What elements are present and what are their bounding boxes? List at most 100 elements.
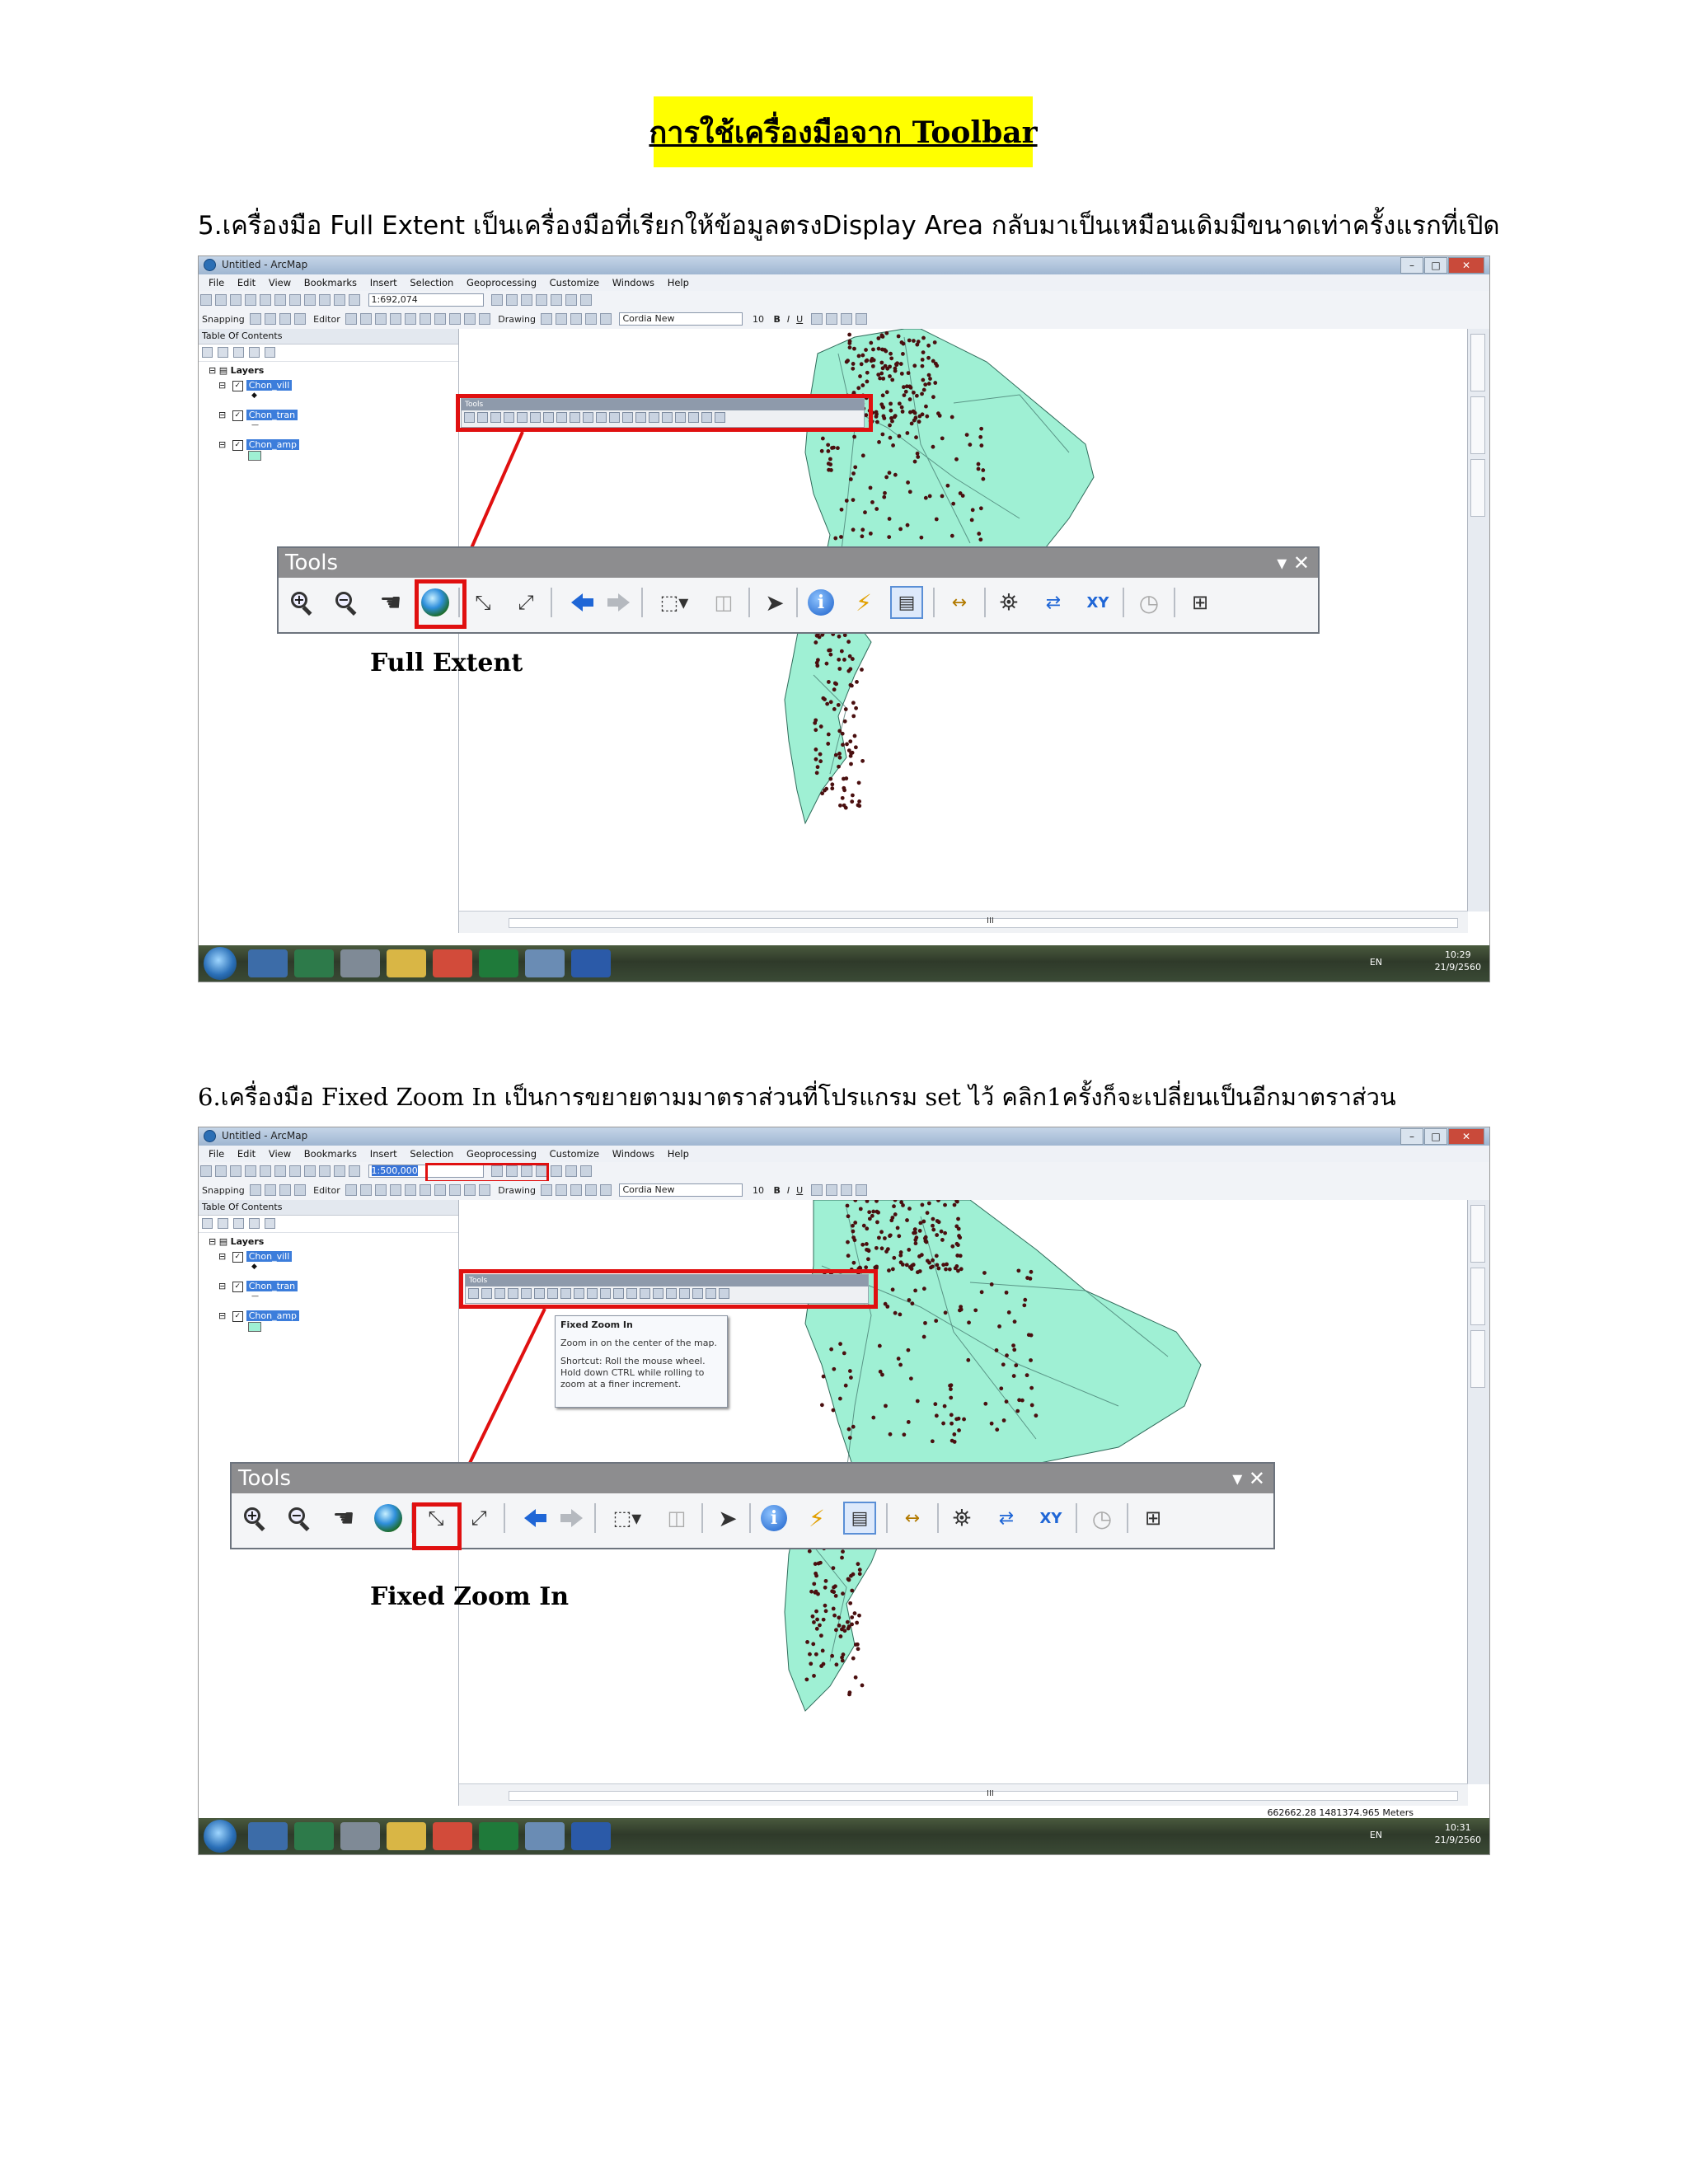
taskbar-app-icon[interactable]	[248, 1822, 288, 1850]
word-icon[interactable]	[571, 1822, 611, 1850]
toolbar-dropdown-close-icon[interactable]: ▾ ✕	[1277, 548, 1310, 578]
windows-taskbar: EN 10:29 21/9/2560	[199, 945, 1489, 982]
tools-enlarged-titlebar: Tools ▾ ✕	[279, 548, 1318, 578]
toolbar-separator	[796, 588, 798, 617]
toolbar-separator	[1076, 1503, 1077, 1533]
tools-enlarged-titlebar: Tools ▾ ✕	[232, 1464, 1273, 1493]
word-icon[interactable]	[571, 949, 611, 977]
tray-date: 21/9/2560	[1434, 962, 1481, 972]
taskbar-app-icon[interactable]	[248, 949, 288, 977]
windows-taskbar: EN 10:31 21/9/2560	[199, 1818, 1489, 1854]
measure-ruler-icon[interactable]: ↔	[943, 586, 976, 619]
tray-language[interactable]: EN	[1370, 1830, 1382, 1840]
identify-info-icon[interactable]: i	[757, 1502, 790, 1535]
go-forward-arrow-icon[interactable]	[602, 586, 635, 619]
select-elements-pointer-icon[interactable]: ➤	[711, 1502, 744, 1535]
taskbar-app-icon[interactable]	[294, 949, 334, 977]
find-binoculars-icon[interactable]: ⛯	[945, 1502, 978, 1535]
excel-icon[interactable]	[479, 1822, 518, 1850]
tray-date: 21/9/2560	[1434, 1835, 1481, 1845]
taskbar-app-icon[interactable]	[294, 1822, 334, 1850]
toolbar-separator	[1123, 588, 1124, 617]
toolbar-separator	[937, 1503, 939, 1533]
folder-icon[interactable]	[387, 949, 426, 977]
find-route-icon[interactable]: ⇄	[990, 1502, 1023, 1535]
tray-language[interactable]: EN	[1370, 957, 1382, 968]
zoom-in-icon[interactable]: +	[238, 1502, 271, 1535]
excel-icon[interactable]	[479, 949, 518, 977]
taskbar-app-icon[interactable]	[340, 949, 380, 977]
callout-box-fixed-zoom-in	[412, 1502, 462, 1550]
toolbar-separator	[748, 588, 750, 617]
tools-enlarged-title: Tools	[285, 551, 339, 575]
clear-selection-icon[interactable]: ◫	[707, 586, 740, 619]
select-elements-pointer-icon[interactable]: ➤	[758, 586, 791, 619]
arcmap-taskbar-icon[interactable]	[525, 949, 565, 977]
toolbar-separator	[1174, 588, 1175, 617]
toolbar-separator	[594, 1503, 596, 1533]
chrome-icon[interactable]	[433, 949, 472, 977]
toolbar-separator	[701, 1503, 703, 1533]
toolbar-separator	[551, 588, 552, 617]
html-popup-icon[interactable]: ▤	[843, 1502, 876, 1535]
full-extent-globe-icon[interactable]	[372, 1502, 405, 1535]
time-slider-icon[interactable]: ◷	[1085, 1502, 1118, 1535]
step6-text: 6.เครื่องมือ Fixed Zoom In เป็นการขยายตา…	[198, 1083, 1396, 1111]
viewer-window-icon[interactable]: ⊞	[1184, 586, 1217, 619]
arcmap-screenshot-fixed-zoom-in: Untitled - ArcMap – □ ✕ File Edit View B…	[198, 1127, 1490, 1855]
page-title-highlight: การใช้เครื่องมือจาก Toolbar	[649, 96, 1038, 167]
toolbar-separator	[641, 588, 643, 617]
zoom-out-icon[interactable]: −	[283, 1502, 316, 1535]
toolbar-separator	[504, 1503, 505, 1533]
find-route-icon[interactable]: ⇄	[1037, 586, 1070, 619]
toolbar-separator	[749, 1503, 751, 1533]
zoom-out-icon[interactable]: −	[330, 586, 363, 619]
toolbar-separator	[1127, 1503, 1128, 1533]
step5-text: 5.เครื่องมือ Full Extent เป็นเครื่องมือท…	[198, 211, 1500, 241]
fixed-zoom-out-icon[interactable]: ⤢	[509, 586, 542, 619]
arcmap-screenshot-full-extent: Untitled - ArcMap – □ ✕ File Edit View B…	[198, 255, 1490, 982]
arcmap-taskbar-icon[interactable]	[525, 1822, 565, 1850]
go-to-xy-icon[interactable]: XY	[1034, 1502, 1067, 1535]
tray-clock[interactable]: 10:31 21/9/2560	[1435, 1821, 1481, 1846]
fixed-zoom-in-caption: Fixed Zoom In	[370, 1582, 570, 1611]
tools-enlarged-icons: + − ☚ ⤡ ⤢ ⬚▾ ◫ ➤ i ⚡ ▤ ↔ ⛯ ⇄ XY ◷ ⊞	[232, 1493, 1273, 1543]
taskbar-app-icon[interactable]	[340, 1822, 380, 1850]
tray-clock[interactable]: 10:29 21/9/2560	[1435, 949, 1481, 973]
hyperlink-lightning-icon[interactable]: ⚡	[800, 1502, 833, 1535]
zoom-in-icon[interactable]: +	[285, 586, 318, 619]
tray-time: 10:29	[1444, 949, 1471, 960]
hyperlink-lightning-icon[interactable]: ⚡	[847, 586, 880, 619]
fixed-zoom-in-icon[interactable]: ⤡	[467, 586, 499, 619]
folder-icon[interactable]	[387, 1822, 426, 1850]
tray-time: 10:31	[1444, 1822, 1471, 1833]
find-binoculars-icon[interactable]: ⛯	[992, 586, 1025, 619]
callout-box-full-extent	[415, 579, 467, 629]
pan-hand-icon[interactable]: ☚	[327, 1502, 360, 1535]
identify-info-icon[interactable]: i	[804, 586, 837, 619]
start-button-icon[interactable]	[204, 947, 237, 980]
go-to-xy-icon[interactable]: XY	[1081, 586, 1114, 619]
pan-hand-icon[interactable]: ☚	[374, 586, 407, 619]
html-popup-icon[interactable]: ▤	[890, 586, 923, 619]
measure-ruler-icon[interactable]: ↔	[896, 1502, 929, 1535]
select-features-icon[interactable]: ⬚▾	[649, 586, 699, 619]
clear-selection-icon[interactable]: ◫	[660, 1502, 693, 1535]
toolbar-separator	[984, 588, 986, 617]
tools-toolbar-enlarged: Tools ▾ ✕ + − ☚ ⤡ ⤢ ⬚▾ ◫ ➤ i ⚡ ▤ ↔ ⛯ ⇄ X…	[230, 1462, 1275, 1549]
go-forward-arrow-icon[interactable]	[555, 1502, 588, 1535]
chrome-icon[interactable]	[433, 1822, 472, 1850]
toolbar-separator	[886, 1503, 888, 1533]
go-back-arrow-icon[interactable]	[560, 586, 593, 619]
time-slider-icon[interactable]: ◷	[1132, 586, 1165, 619]
page-title: การใช้เครื่องมือจาก Toolbar	[649, 115, 1038, 150]
fixed-zoom-out-icon[interactable]: ⤢	[462, 1502, 495, 1535]
toolbar-dropdown-close-icon[interactable]: ▾ ✕	[1232, 1464, 1265, 1493]
select-features-icon[interactable]: ⬚▾	[603, 1502, 652, 1535]
start-button-icon[interactable]	[204, 1820, 237, 1853]
toolbar-separator	[933, 588, 935, 617]
tools-enlarged-title: Tools	[238, 1466, 292, 1491]
viewer-window-icon[interactable]: ⊞	[1137, 1502, 1170, 1535]
go-back-arrow-icon[interactable]	[513, 1502, 546, 1535]
full-extent-caption: Full Extent	[370, 649, 523, 677]
